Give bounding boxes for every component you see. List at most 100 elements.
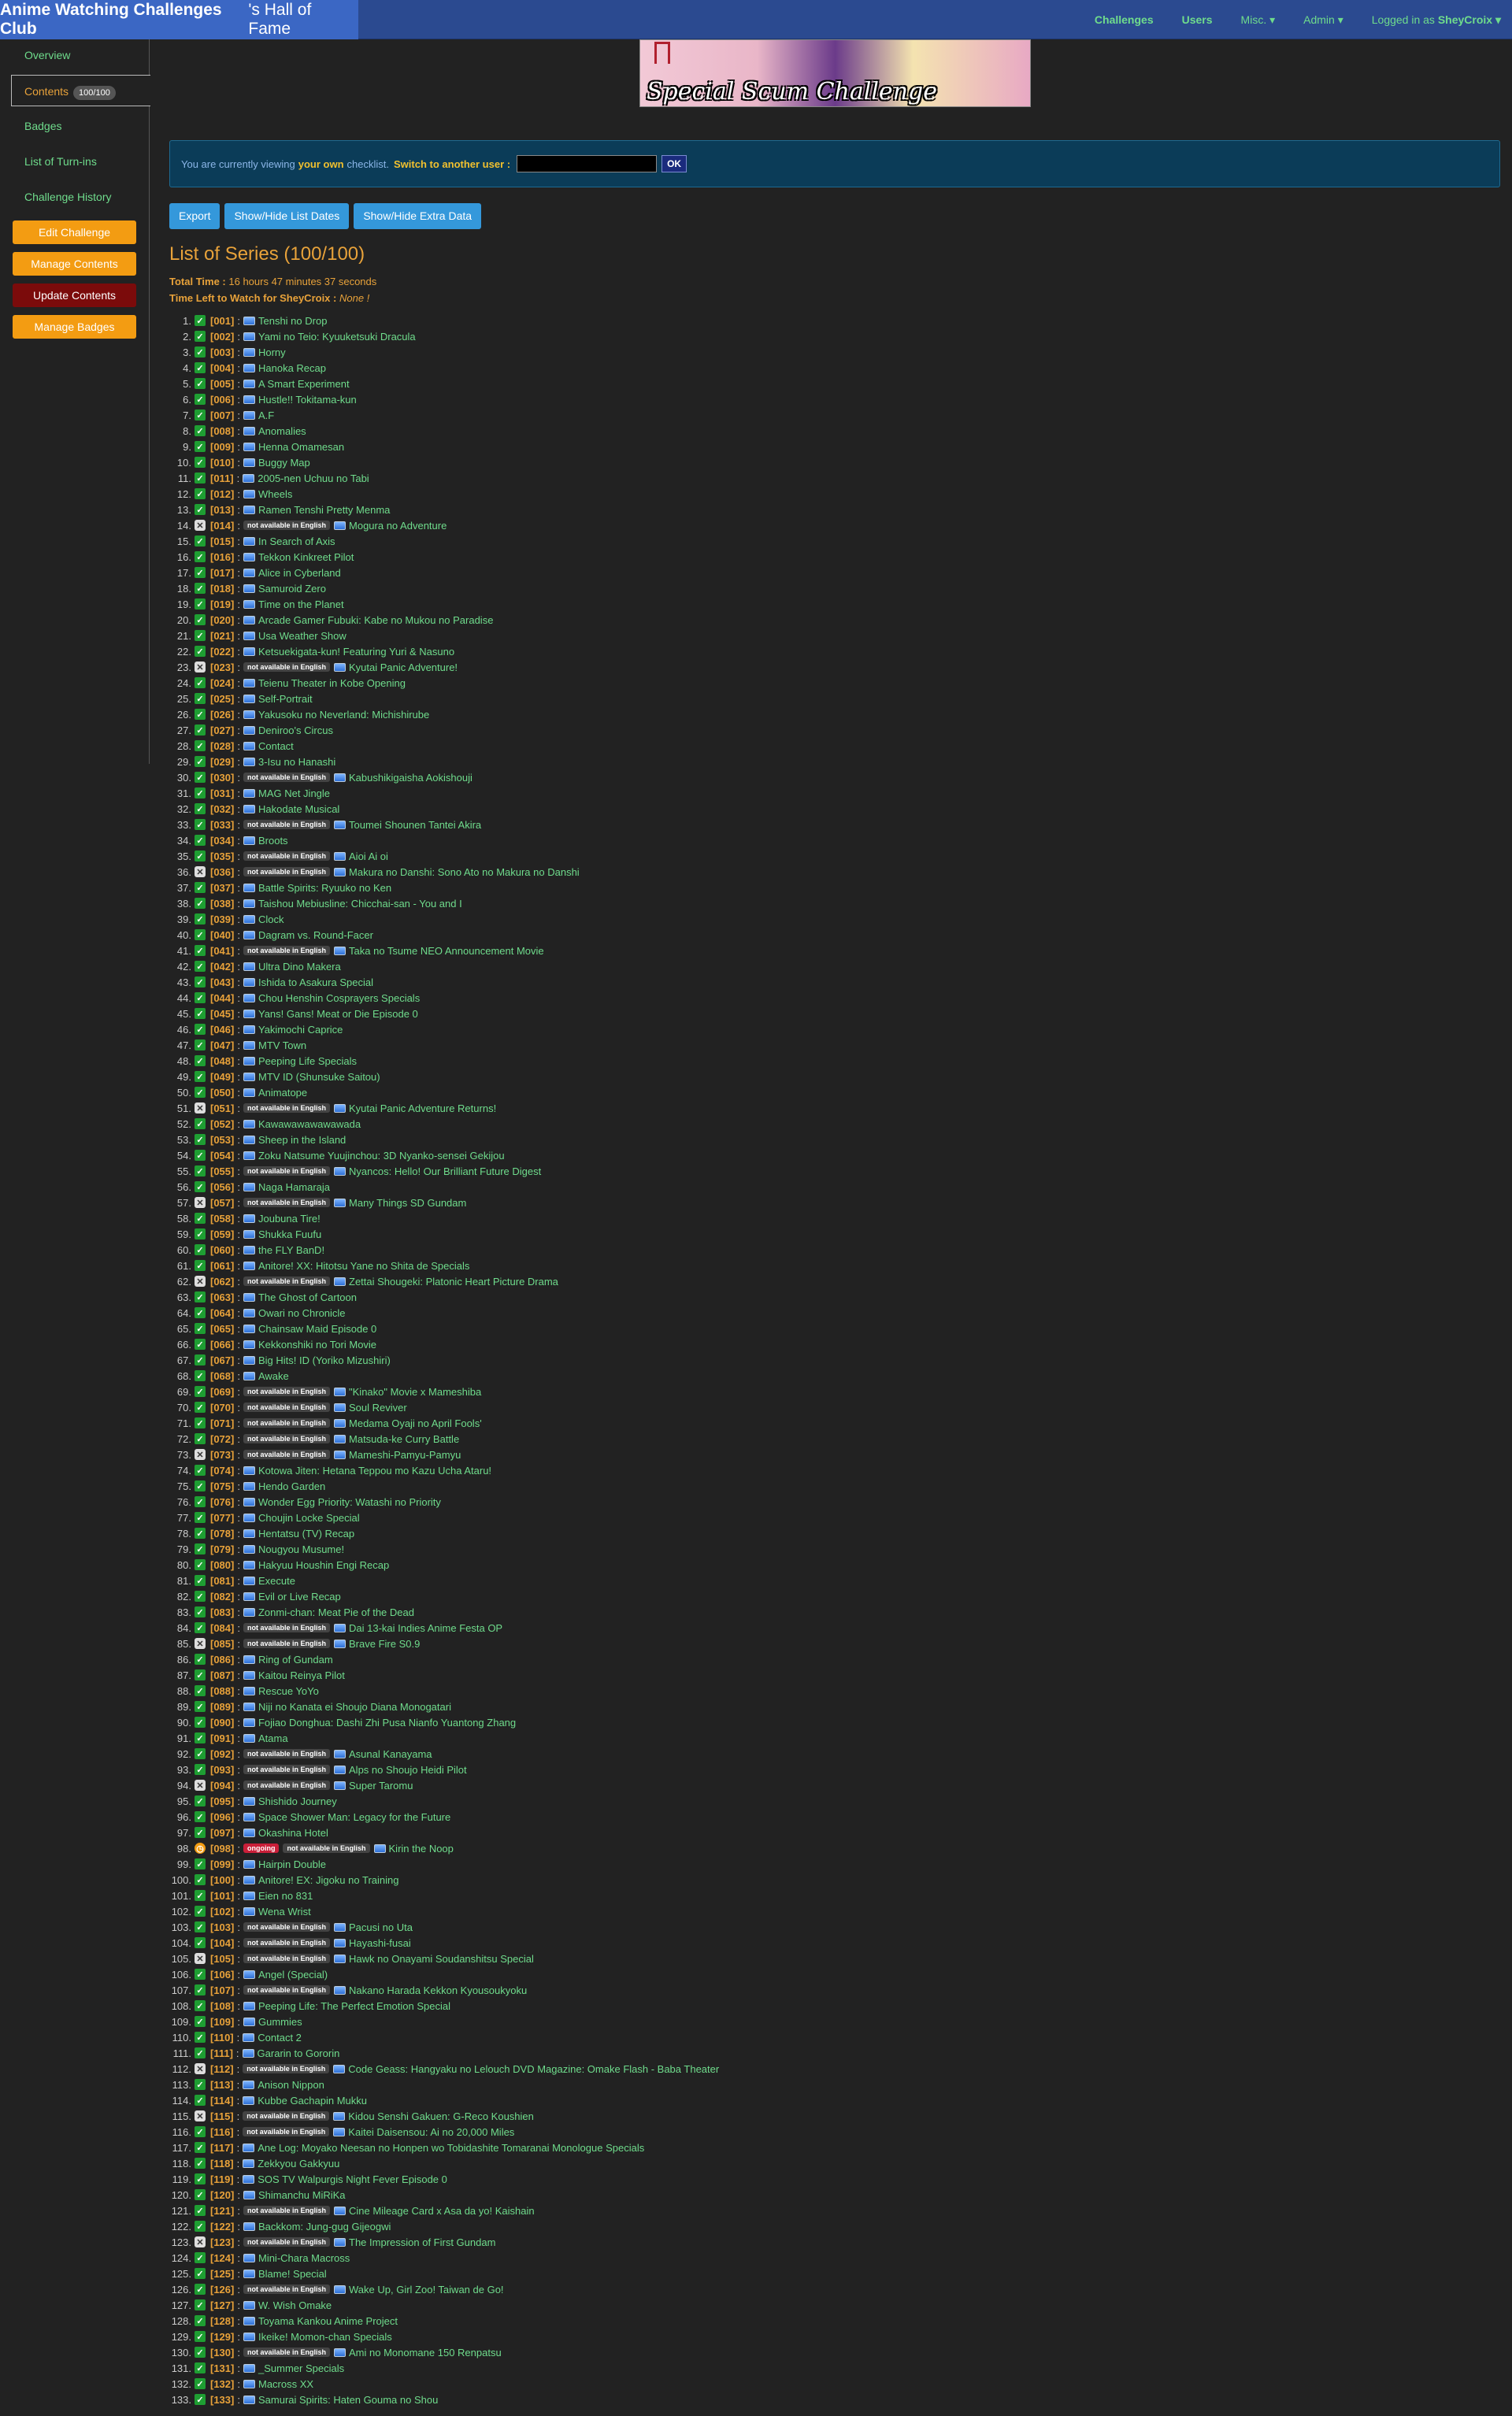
series-link[interactable]: Peeping Life Specials [258, 1055, 357, 1067]
series-link[interactable]: Hustle!! Tokitama-kun [258, 394, 357, 406]
toggle-dates-button[interactable]: Show/Hide List Dates [224, 203, 350, 229]
series-link[interactable]: Animatope [258, 1087, 307, 1099]
series-link[interactable]: Okashina Hotel [258, 1827, 328, 1839]
series-link[interactable]: Gummies [258, 2016, 302, 2028]
series-link[interactable]: Space Shower Man: Legacy for the Future [258, 1811, 450, 1823]
series-link[interactable]: Anitore! EX: Jigoku no Training [258, 1874, 399, 1886]
nav-challenges[interactable]: Challenges [1095, 13, 1154, 26]
manage-contents-button[interactable]: Manage Contents [13, 252, 136, 276]
series-link[interactable]: Hanoka Recap [258, 362, 326, 374]
series-link[interactable]: Zekkyou Gakkyuu [258, 2158, 339, 2170]
series-link[interactable]: Mogura no Adventure [349, 520, 447, 532]
series-link[interactable]: Shimanchu MiRiKa [258, 2189, 346, 2201]
series-link[interactable]: Anitore! XX: Hitotsu Yane no Shita de Sp… [258, 1260, 469, 1272]
series-link[interactable]: Kidou Senshi Gakuen: G-Reco Koushien [348, 2110, 534, 2122]
series-link[interactable]: Hayashi-fusai [349, 1937, 411, 1949]
series-link[interactable]: Zettai Shougeki: Platonic Heart Picture … [349, 1276, 558, 1288]
nav-admin[interactable]: Admin ▾ [1303, 13, 1343, 27]
series-link[interactable]: Contact [258, 740, 294, 752]
series-link[interactable]: Rescue YoYo [258, 1685, 319, 1697]
series-link[interactable]: Kabushikigaisha Aokishouji [349, 772, 472, 784]
series-link[interactable]: Self-Portrait [258, 693, 313, 705]
series-link[interactable]: Sheep in the Island [258, 1134, 346, 1146]
series-link[interactable]: Yans! Gans! Meat or Die Episode 0 [258, 1008, 418, 1020]
series-link[interactable]: Kawawawawawawada [258, 1118, 361, 1130]
series-link[interactable]: Brave Fire S0.9 [349, 1638, 420, 1650]
series-link[interactable]: Nyancos: Hello! Our Brilliant Future Dig… [349, 1165, 541, 1177]
series-link[interactable]: Arcade Gamer Fubuki: Kabe no Mukou no Pa… [258, 614, 493, 626]
series-link[interactable]: Contact 2 [258, 2032, 302, 2044]
series-link[interactable]: Execute [258, 1575, 295, 1587]
series-link[interactable]: Kaitou Reinya Pilot [258, 1669, 345, 1681]
series-link[interactable]: 3-Isu no Hanashi [258, 756, 335, 768]
sidebar-item-overview[interactable]: Overview [0, 39, 149, 71]
series-link[interactable]: Awake [258, 1370, 289, 1382]
manage-badges-button[interactable]: Manage Badges [13, 315, 136, 339]
series-link[interactable]: Nougyou Musume! [258, 1543, 344, 1555]
series-link[interactable]: Deniroo's Circus [258, 724, 333, 736]
series-link[interactable]: Tenshi no Drop [258, 315, 327, 327]
series-link[interactable]: 2005-nen Uchuu no Tabi [258, 472, 369, 484]
series-link[interactable]: Kubbe Gachapin Mukku [258, 2095, 367, 2107]
series-link[interactable]: Buggy Map [258, 457, 310, 469]
nav-users[interactable]: Users [1182, 13, 1213, 26]
series-link[interactable]: Samurai Spirits: Haten Gouma no Shou [258, 2394, 438, 2406]
brand[interactable]: Anime Watching Challenges Club 's Hall of… [0, 0, 358, 39]
series-link[interactable]: Matsuda-ke Curry Battle [349, 1433, 459, 1445]
series-link[interactable]: SOS TV Walpurgis Night Fever Episode 0 [258, 2173, 447, 2185]
series-link[interactable]: Shishido Journey [258, 1795, 337, 1807]
series-link[interactable]: Chou Henshin Cosprayers Specials [258, 992, 420, 1004]
series-link[interactable]: Niji no Kanata ei Shoujo Diana Monogatar… [258, 1701, 451, 1713]
series-link[interactable]: Hawk no Onayami Soudanshitsu Special [349, 1953, 534, 1965]
series-link[interactable]: Ketsuekigata-kun! Featuring Yuri & Nasun… [258, 646, 454, 658]
series-link[interactable]: Toyama Kankou Anime Project [258, 2315, 398, 2327]
sidebar-item-badges[interactable]: Badges [0, 110, 149, 142]
series-link[interactable]: Dagram vs. Round-Facer [258, 929, 373, 941]
series-link[interactable]: Fojiao Donghua: Dashi Zhi Pusa Nianfo Yu… [258, 1717, 516, 1729]
series-link[interactable]: Wena Wrist [258, 1906, 311, 1918]
series-link[interactable]: Code Geass: Hangyaku no Lelouch DVD Maga… [348, 2063, 719, 2075]
series-link[interactable]: Angel (Special) [258, 1969, 328, 1981]
series-link[interactable]: Hairpin Double [258, 1858, 326, 1870]
series-link[interactable]: MTV ID (Shunsuke Saitou) [258, 1071, 380, 1083]
nav-user-menu[interactable]: Logged in as SheyCroix ▾ [1372, 13, 1501, 27]
update-contents-button[interactable]: Update Contents [13, 283, 136, 307]
series-link[interactable]: Kyutai Panic Adventure Returns! [349, 1102, 496, 1114]
series-link[interactable]: Super Taromu [349, 1780, 413, 1792]
series-link[interactable]: Kotowa Jiten: Hetana Teppou mo Kazu Ucha… [258, 1465, 491, 1477]
series-link[interactable]: Hakyuu Houshin Engi Recap [258, 1559, 389, 1571]
series-link[interactable]: Samuroid Zero [258, 583, 326, 595]
series-link[interactable]: Backkom: Jung-gug Gijeogwi [258, 2221, 391, 2233]
series-link[interactable]: Aioi Ai oi [349, 850, 388, 862]
series-link[interactable]: the FLY BanD! [258, 1244, 324, 1256]
series-link[interactable]: Taka no Tsume NEO Announcement Movie [349, 945, 544, 957]
series-link[interactable]: Broots [258, 835, 288, 847]
series-link[interactable]: Naga Hamaraja [258, 1181, 330, 1193]
series-link[interactable]: Kirin the Noop [389, 1843, 454, 1855]
series-link[interactable]: Mameshi-Pamyu-Pamyu [349, 1449, 461, 1461]
series-link[interactable]: Ramen Tenshi Pretty Menma [258, 504, 390, 516]
series-link[interactable]: Toumei Shounen Tantei Akira [349, 819, 481, 831]
series-link[interactable]: Joubuna Tire! [258, 1213, 321, 1225]
series-link[interactable]: Clock [258, 913, 284, 925]
series-link[interactable]: MAG Net Jingle [258, 787, 330, 799]
series-link[interactable]: Soul Reviver [349, 1402, 407, 1414]
series-link[interactable]: Wheels [258, 488, 292, 500]
edit-challenge-button[interactable]: Edit Challenge [13, 220, 136, 244]
series-link[interactable]: Kekkonshiki no Tori Movie [258, 1339, 376, 1351]
series-link[interactable]: A Smart Experiment [258, 378, 350, 390]
series-link[interactable]: Dai 13-kai Indies Anime Festa OP [349, 1622, 502, 1634]
export-button[interactable]: Export [169, 203, 220, 229]
series-link[interactable]: The Ghost of Cartoon [258, 1291, 357, 1303]
series-link[interactable]: Time on the Planet [258, 598, 344, 610]
series-link[interactable]: Macross XX [258, 2378, 313, 2390]
series-link[interactable]: Ane Log: Moyako Neesan no Honpen wo Tobi… [258, 2142, 644, 2154]
series-link[interactable]: Battle Spirits: Ryuuko no Ken [258, 882, 391, 894]
series-link[interactable]: Henna Omamesan [258, 441, 344, 453]
series-link[interactable]: In Search of Axis [258, 535, 335, 547]
series-link[interactable]: Ikeike! Momon-chan Specials [258, 2331, 392, 2343]
series-link[interactable]: Kyutai Panic Adventure! [349, 661, 458, 673]
series-link[interactable]: Kaitei Daisensou: Ai no 20,000 Miles [348, 2126, 514, 2138]
series-link[interactable]: Many Things SD Gundam [349, 1197, 466, 1209]
series-link[interactable]: Tekkon Kinkreet Pilot [258, 551, 354, 563]
